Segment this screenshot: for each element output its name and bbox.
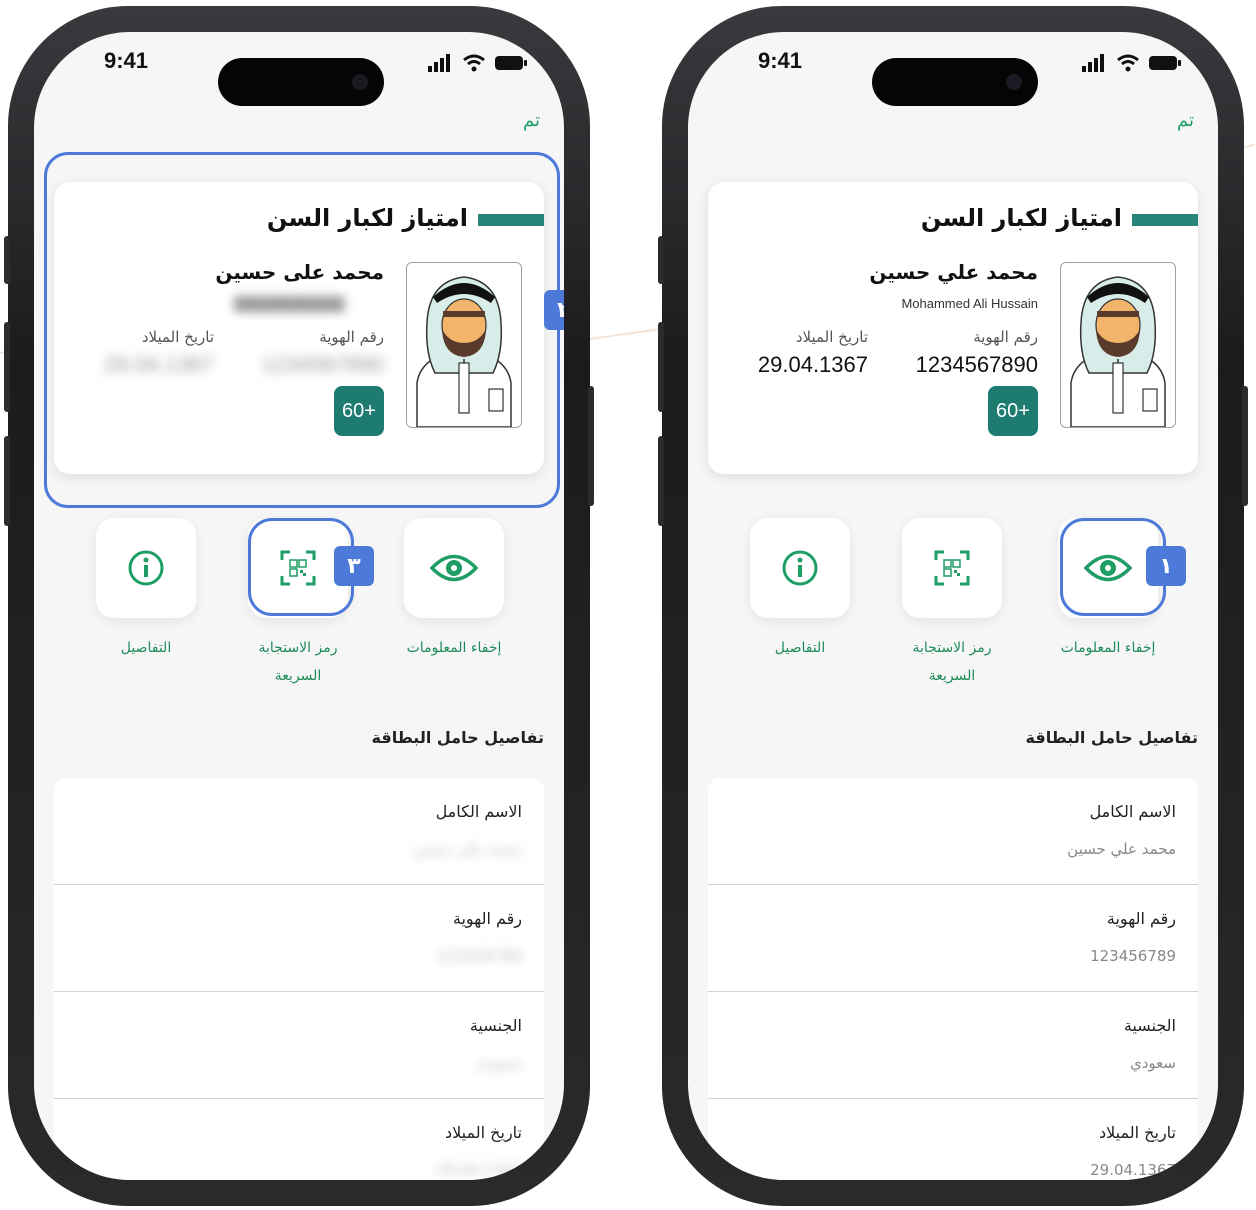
- detail-value-hidden: 123456789: [436, 947, 522, 965]
- phone-side-button: [4, 436, 10, 526]
- detail-row-nationality: الجنسية سعودي: [708, 992, 1198, 1099]
- details-label: التفاصيل: [774, 640, 826, 656]
- section-title: تفاصيل حامل البطاقة: [371, 728, 544, 747]
- id-number-value: 1234567890: [915, 352, 1038, 377]
- birth-date-value: 29.04.1367: [757, 352, 868, 377]
- detail-value-hidden: 29.04.1367: [436, 1161, 522, 1179]
- phone-side-button: [588, 386, 594, 506]
- signal-icon: [1082, 54, 1104, 72]
- card-holder-details: الاسم الكامل محمد علي حسين رقم الهوية 12…: [708, 778, 1198, 1180]
- detail-label: الجنسية: [469, 1016, 522, 1035]
- qr-code-action[interactable]: رمز الاستجابة السريعة: [902, 518, 1002, 690]
- done-button[interactable]: تم: [1177, 110, 1194, 131]
- birth-date-label: تاريخ الميلاد: [795, 328, 868, 346]
- age-badge: 60+: [988, 386, 1038, 436]
- section-title: تفاصيل حامل البطاقة: [1025, 728, 1198, 747]
- hide-info-label: إخفاء المعلومات: [1060, 640, 1156, 656]
- phone-screen: 9:41 تم امتياز لكبار السن: [688, 32, 1218, 1180]
- status-bar: 9:41: [34, 46, 564, 106]
- qr-code-icon: [934, 550, 970, 586]
- detail-value: 123456789: [1090, 947, 1176, 965]
- wifi-icon: [1117, 54, 1139, 72]
- phone-side-button: [4, 236, 10, 284]
- detail-row-nationality: الجنسية سعودي: [54, 992, 544, 1099]
- id-number-label: رقم الهوية: [973, 328, 1038, 346]
- detail-value: 29.04.1367: [1090, 1161, 1176, 1179]
- card-title-bar: [1132, 214, 1198, 226]
- card-highlight-frame: [44, 152, 560, 508]
- detail-row-full-name: الاسم الكامل محمد علي حسين: [54, 778, 544, 885]
- detail-value-hidden: سعودي: [476, 1054, 522, 1072]
- status-icons: [1082, 54, 1182, 72]
- phone-side-button: [4, 322, 10, 412]
- card-holder-details: الاسم الكامل محمد علي حسين رقم الهوية 12…: [54, 778, 544, 1180]
- qr-code-button[interactable]: [902, 518, 1002, 618]
- detail-row-id-number: رقم الهوية 123456789: [54, 885, 544, 992]
- battery-icon: [1149, 56, 1181, 70]
- info-icon: [128, 550, 164, 586]
- detail-row-full-name: الاسم الكامل محمد علي حسين: [708, 778, 1198, 885]
- phone-mockup-visible-info: 9:41 تم امتياز لكبار السن محمد علي حسين …: [658, 6, 1248, 1206]
- status-icons: [428, 54, 528, 72]
- phone-mockup-hidden-info: 9:41 تم امتياز لكبار السن محمد على حسين …: [4, 6, 594, 1206]
- status-bar: 9:41: [688, 46, 1218, 106]
- detail-value: سعودي: [1130, 1054, 1176, 1072]
- callout-badge-3: ٣: [334, 546, 374, 586]
- avatar: [1060, 262, 1176, 428]
- elderly-privilege-card: امتياز لكبار السن محمد علي حسين Mohammed…: [708, 182, 1198, 474]
- callout-badge-1: ١: [1146, 546, 1186, 586]
- details-action[interactable]: التفاصيل: [96, 518, 196, 662]
- wifi-icon: [463, 54, 485, 72]
- battery-icon: [495, 56, 527, 70]
- detail-value: محمد علي حسين: [1067, 840, 1176, 858]
- signal-icon: [428, 54, 450, 72]
- eye-icon: [430, 554, 478, 582]
- status-time: 9:41: [758, 48, 803, 73]
- card-holder-name-en: Mohammed Ali Hussain: [901, 296, 1038, 311]
- details-button[interactable]: [750, 518, 850, 618]
- detail-value-hidden: محمد علي حسين: [413, 840, 522, 858]
- phone-side-button: [658, 436, 664, 526]
- status-time: 9:41: [104, 48, 149, 73]
- detail-label: الاسم الكامل: [435, 802, 522, 821]
- detail-label: الاسم الكامل: [1089, 802, 1176, 821]
- detail-row-birth-date: تاريخ الميلاد 29.04.1367: [708, 1099, 1198, 1180]
- detail-label: الجنسية: [1123, 1016, 1176, 1035]
- card-title: امتياز لكبار السن: [920, 204, 1122, 232]
- detail-label: تاريخ الميلاد: [445, 1123, 522, 1142]
- qr-code-label: رمز الاستجابة السريعة: [912, 640, 992, 684]
- phone-side-button: [1242, 386, 1248, 506]
- hide-info-button[interactable]: [404, 518, 504, 618]
- details-action[interactable]: التفاصيل: [750, 518, 850, 662]
- detail-label: رقم الهوية: [1106, 909, 1176, 928]
- hide-info-action[interactable]: إخفاء المعلومات: [404, 518, 504, 662]
- phone-screen: 9:41 تم امتياز لكبار السن: [34, 32, 564, 1180]
- qr-code-label: رمز الاستجابة السريعة: [258, 640, 338, 684]
- detail-row-birth-date: تاريخ الميلاد 29.04.1367: [54, 1099, 544, 1180]
- card-holder-name: محمد علي حسين: [869, 260, 1038, 284]
- phone-side-button: [658, 322, 664, 412]
- dynamic-island: [218, 58, 384, 106]
- dynamic-island: [872, 58, 1038, 106]
- details-label: التفاصيل: [120, 640, 172, 656]
- detail-label: رقم الهوية: [452, 909, 522, 928]
- hide-info-label: إخفاء المعلومات: [406, 640, 502, 656]
- info-icon: [782, 550, 818, 586]
- detail-label: تاريخ الميلاد: [1099, 1123, 1176, 1142]
- detail-row-id-number: رقم الهوية 123456789: [708, 885, 1198, 992]
- callout-badge-2: ٢: [544, 290, 564, 330]
- details-button[interactable]: [96, 518, 196, 618]
- done-button[interactable]: تم: [523, 110, 540, 131]
- phone-side-button: [658, 236, 664, 284]
